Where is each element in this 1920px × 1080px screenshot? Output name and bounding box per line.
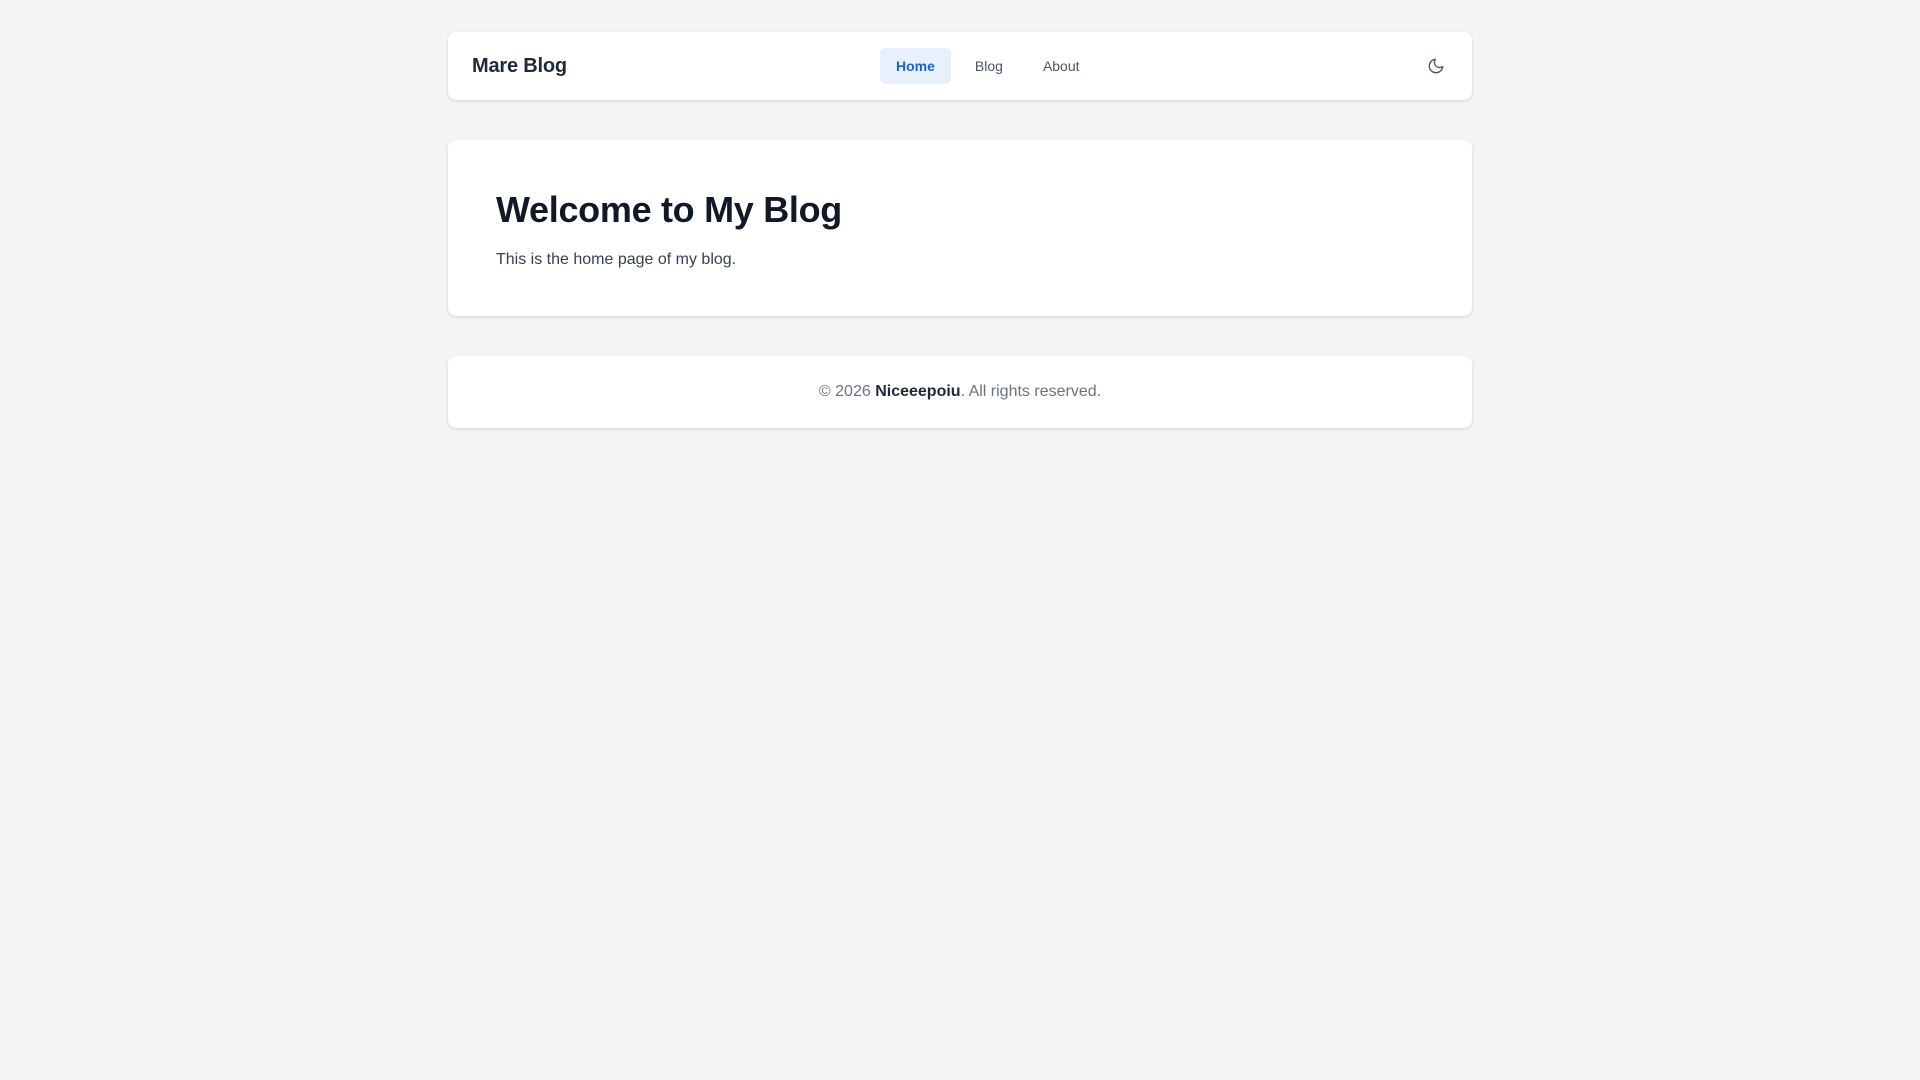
moon-icon xyxy=(1428,58,1444,74)
site-footer: © 2026 Niceeepoiu. All rights reserved. xyxy=(448,356,1472,428)
footer-copyright: © 2026 Niceeepoiu. All rights reserved. xyxy=(819,383,1101,401)
main-content: Welcome to My Blog This is the home page… xyxy=(448,140,1472,316)
site-header: Mare Blog Home Blog About xyxy=(448,32,1472,100)
main-nav: Home Blog About xyxy=(880,48,1096,84)
nav-item-about[interactable]: About xyxy=(1027,48,1096,84)
nav-item-blog[interactable]: Blog xyxy=(959,48,1019,84)
theme-toggle-button[interactable] xyxy=(1420,50,1452,82)
page-description: This is the home page of my blog. xyxy=(496,251,737,268)
nav-item-home[interactable]: Home xyxy=(880,48,951,84)
page-container: Mare Blog Home Blog About Welcome to My … xyxy=(448,32,1472,428)
footer-author: Niceeepoiu xyxy=(875,383,961,400)
footer-suffix: . All rights reserved. xyxy=(960,383,1102,400)
page-title: Welcome to My Blog xyxy=(496,189,842,230)
site-brand[interactable]: Mare Blog xyxy=(472,32,567,100)
footer-prefix: © 2026 xyxy=(818,383,871,400)
